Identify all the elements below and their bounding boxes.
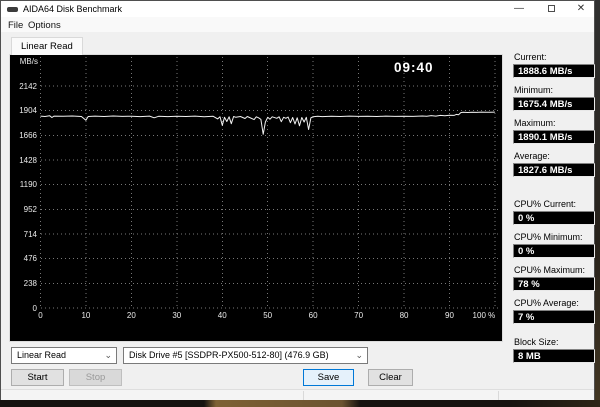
stat-value: 1675.4 MB/s xyxy=(513,97,595,111)
y-tick-label: 1428 xyxy=(19,155,37,165)
stat-average: Average: 1827.6 MB/s xyxy=(513,151,595,177)
drive-select[interactable]: Disk Drive #5 [SSDPR-PX500-512-80] (476.… xyxy=(123,347,368,364)
y-tick-label: 1666 xyxy=(19,130,37,140)
x-tick-label: 20 xyxy=(126,311,136,320)
app-window: AIDA64 Disk Benchmark — ✕ File Options L… xyxy=(0,0,595,401)
x-tick-label: 70 xyxy=(354,311,364,320)
stat-value: 0 % xyxy=(513,211,595,225)
menu-bar: File Options xyxy=(1,17,594,32)
stat-value: 8 MB xyxy=(513,349,595,363)
stop-button[interactable]: Stop xyxy=(69,369,122,386)
stat-block-size: Block Size: 8 MB xyxy=(513,337,595,363)
screenshot-root: AIDA64 Disk Benchmark — ✕ File Options L… xyxy=(0,0,600,407)
stat-value: 1827.6 MB/s xyxy=(513,163,595,177)
stat-cpu-minimum: CPU% Minimum: 0 % xyxy=(513,232,595,258)
stat-label: CPU% Minimum: xyxy=(514,232,583,242)
stat-label: CPU% Average: xyxy=(514,298,579,308)
chart-pane: MB/s 09:40 2142 1904 1666 1428 1190 952 714 476… xyxy=(9,54,503,342)
stat-cpu-current: CPU% Current: 0 % xyxy=(513,199,595,225)
title-bar[interactable]: AIDA64 Disk Benchmark — ✕ xyxy=(1,1,594,17)
stat-value: 1888.6 MB/s xyxy=(513,64,595,78)
maximize-icon xyxy=(547,5,555,12)
start-button[interactable]: Start xyxy=(11,369,64,386)
x-tick-label: 100 % xyxy=(472,311,496,320)
minimize-button[interactable]: — xyxy=(505,1,533,17)
stat-value: 1890.1 MB/s xyxy=(513,130,595,144)
desktop-edge-bottom xyxy=(0,400,600,407)
stat-label: Block Size: xyxy=(514,337,559,347)
chart-canvas xyxy=(40,57,500,309)
benchmark-trace xyxy=(40,111,495,135)
clear-button[interactable]: Clear xyxy=(368,369,413,386)
stat-label: CPU% Maximum: xyxy=(514,265,586,275)
stat-minimum: Minimum: 1675.4 MB/s xyxy=(513,85,595,111)
stat-value: 78 % xyxy=(513,277,595,291)
window-title: AIDA64 Disk Benchmark xyxy=(23,4,123,14)
test-type-select[interactable]: Linear Read ⌄ xyxy=(11,347,117,364)
menu-options[interactable]: Options xyxy=(24,19,65,32)
close-button[interactable]: ✕ xyxy=(567,1,595,17)
app-icon xyxy=(7,7,18,12)
tab-linear-read[interactable]: Linear Read xyxy=(11,37,83,55)
x-tick-label: 0 xyxy=(38,311,43,320)
save-button[interactable]: Save xyxy=(303,369,354,386)
stat-label: Minimum: xyxy=(514,85,554,95)
stat-label: Current: xyxy=(514,52,547,62)
stat-label: Maximum: xyxy=(514,118,556,128)
test-type-value: Linear Read xyxy=(17,350,67,360)
y-tick-label: 1904 xyxy=(19,106,37,116)
x-tick-label: 80 xyxy=(399,311,409,320)
x-tick-label: 50 xyxy=(263,311,273,320)
x-tick-label: 60 xyxy=(308,311,318,320)
stat-cpu-maximum: CPU% Maximum: 78 % xyxy=(513,265,595,291)
stat-maximum: Maximum: 1890.1 MB/s xyxy=(513,118,595,144)
y-tick-label: 714 xyxy=(23,229,37,239)
stat-cpu-average: CPU% Average: 7 % xyxy=(513,298,595,324)
y-tick-label: 238 xyxy=(23,278,37,288)
x-tick-label: 40 xyxy=(217,311,227,320)
stat-value: 7 % xyxy=(513,310,595,324)
chevron-down-icon: ⌄ xyxy=(104,350,112,360)
y-tick-label: 476 xyxy=(23,254,37,264)
stat-label: Average: xyxy=(514,151,550,161)
stat-label: CPU% Current: xyxy=(514,199,577,209)
y-tick-label: 952 xyxy=(23,204,37,214)
maximize-button[interactable] xyxy=(537,1,565,17)
stat-value: 0 % xyxy=(513,244,595,258)
y-tick-label: 2142 xyxy=(19,81,37,91)
x-tick-label: 90 xyxy=(445,311,454,320)
elapsed-time: 09:40 xyxy=(394,60,434,75)
x-tick-label: 30 xyxy=(172,311,182,320)
y-axis-unit: MB/s xyxy=(19,57,38,66)
x-tick-label: 10 xyxy=(81,311,91,320)
desktop-edge-right xyxy=(595,0,600,407)
stat-current: Current: 1888.6 MB/s xyxy=(513,52,595,78)
drive-select-value: Disk Drive #5 [SSDPR-PX500-512-80] (476.… xyxy=(129,350,329,360)
y-tick-label: 1190 xyxy=(19,180,37,190)
chevron-down-icon: ⌄ xyxy=(355,350,363,360)
status-bar xyxy=(1,389,594,401)
